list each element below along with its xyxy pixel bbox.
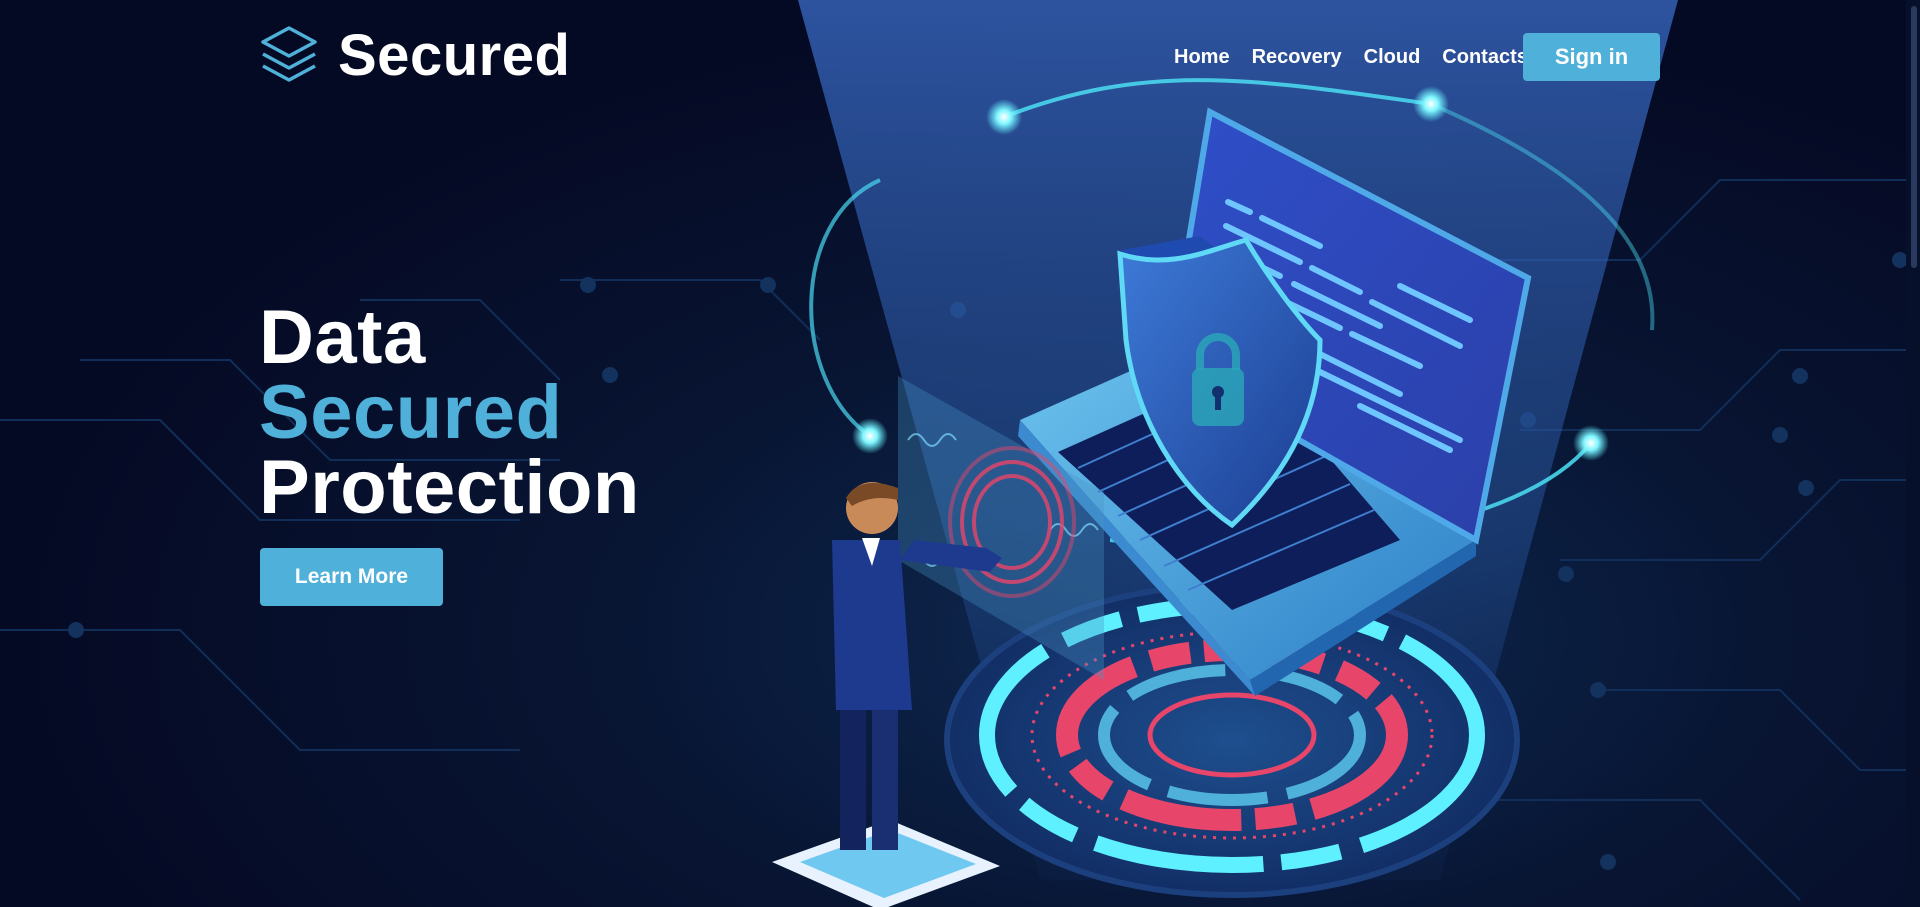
landing-page: Secured Home Recovery Cloud Contacts Sig…	[0, 0, 1920, 907]
sign-in-button[interactable]: Sign in	[1523, 33, 1660, 81]
hero-line-secured: Secured	[259, 370, 563, 455]
scrollbar-thumb[interactable]	[1911, 6, 1917, 268]
hero-heading: Data Secured Protection	[259, 295, 640, 530]
nav-home-link[interactable]: Home	[1174, 44, 1230, 70]
nav-contacts-link[interactable]: Contacts	[1442, 44, 1528, 70]
page-scrollbar[interactable]	[1906, 0, 1920, 907]
learn-more-button[interactable]: Learn More	[260, 548, 443, 606]
brand-logo[interactable]: Secured	[260, 25, 570, 87]
stacked-layers-icon	[261, 26, 317, 82]
nav-recovery-link[interactable]: Recovery	[1252, 44, 1342, 70]
nav-cloud-link[interactable]: Cloud	[1364, 44, 1421, 70]
hero-line-protection: Protection	[259, 445, 640, 530]
hero-line-data: Data	[259, 295, 426, 380]
main-nav: Home Recovery Cloud Contacts	[1174, 44, 1528, 70]
brand-name: Secured	[338, 23, 571, 88]
